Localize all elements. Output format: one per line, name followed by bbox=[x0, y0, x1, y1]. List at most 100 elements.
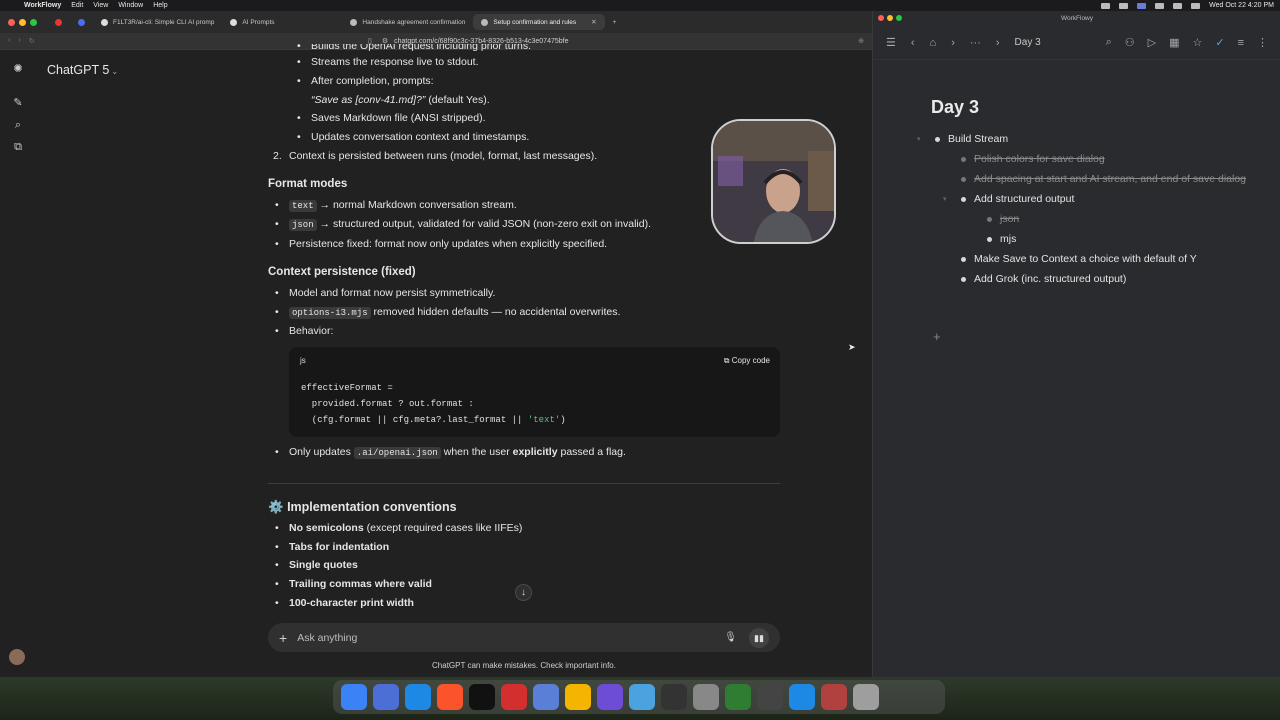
star-icon[interactable]: ☆ bbox=[1192, 36, 1202, 49]
library-icon[interactable]: ⧉ bbox=[13, 142, 24, 153]
volume-icon[interactable] bbox=[1155, 2, 1165, 9]
menu-icon[interactable]: ☰ bbox=[886, 36, 896, 49]
reload-icon[interactable]: ↻ bbox=[29, 37, 35, 45]
node-text[interactable]: mjs bbox=[1000, 233, 1016, 245]
forward-icon[interactable]: › bbox=[18, 37, 20, 45]
tab-github[interactable]: F1LT3R/ai-cli: Simple CLI AI promp bbox=[93, 14, 222, 30]
list-icon[interactable]: ≡ bbox=[1238, 37, 1244, 49]
tab-youtube[interactable] bbox=[47, 14, 70, 30]
system-settings-icon[interactable] bbox=[693, 684, 719, 710]
more-icon[interactable]: ··· bbox=[970, 37, 981, 49]
tab-ai-prompts[interactable]: AI Prompts bbox=[222, 14, 342, 30]
outline-node[interactable]: Add spacing at start and AI stream, and … bbox=[957, 171, 1261, 188]
node-text[interactable]: Build Stream bbox=[948, 133, 1008, 145]
search-icon[interactable]: ⌕ bbox=[13, 120, 24, 131]
outline-node[interactable]: json bbox=[983, 211, 1261, 228]
menu-edit[interactable]: Edit bbox=[71, 2, 83, 9]
app-icon[interactable] bbox=[821, 684, 847, 710]
breadcrumb[interactable]: Day 3 bbox=[1015, 37, 1041, 48]
minimize-window-button[interactable] bbox=[19, 18, 26, 26]
app-icon[interactable] bbox=[373, 684, 399, 710]
status-icon[interactable] bbox=[1101, 2, 1111, 9]
home-icon[interactable]: ⌂ bbox=[930, 37, 937, 49]
add-node-button[interactable]: + bbox=[933, 329, 941, 344]
close-tab-icon[interactable]: ✕ bbox=[591, 18, 596, 26]
bullet-icon[interactable] bbox=[961, 277, 966, 282]
search-icon[interactable]: ⌕ bbox=[1106, 36, 1112, 49]
scroll-down-button[interactable]: ↓ bbox=[515, 584, 532, 601]
bullet-icon[interactable] bbox=[961, 197, 966, 202]
avatar[interactable] bbox=[9, 649, 25, 665]
collapse-icon[interactable]: ▾ bbox=[917, 131, 921, 148]
voice-mode-icon[interactable]: ▮▮ bbox=[749, 627, 769, 648]
app-icon[interactable] bbox=[629, 684, 655, 710]
tab-pinned[interactable] bbox=[70, 14, 93, 30]
search-icon[interactable] bbox=[1191, 2, 1201, 9]
microphone-icon[interactable]: 🎙 bbox=[724, 632, 737, 643]
app-icon[interactable] bbox=[533, 684, 559, 710]
node-text[interactable]: Polish colors for save dialog bbox=[974, 153, 1105, 165]
node-text[interactable]: Add structured output bbox=[974, 193, 1074, 205]
node-text[interactable]: Add Grok (inc. structured output) bbox=[974, 273, 1126, 285]
vscode-icon[interactable] bbox=[789, 684, 815, 710]
add-attachment-icon[interactable]: + bbox=[279, 630, 287, 646]
zoom-window-button[interactable] bbox=[30, 18, 37, 26]
bullet-icon[interactable] bbox=[987, 217, 992, 222]
menu-help[interactable]: Help bbox=[153, 2, 167, 9]
node-text[interactable]: Make Save to Context a choice with defau… bbox=[974, 253, 1197, 265]
openai-logo-icon[interactable]: ✺ bbox=[13, 64, 24, 75]
outline-node[interactable]: Add Grok (inc. structured output) bbox=[957, 271, 1261, 288]
screen-share-icon[interactable] bbox=[1137, 2, 1147, 9]
outline-node[interactable]: Make Save to Context a choice with defau… bbox=[957, 251, 1261, 268]
outline-node[interactable]: ▾ Build Stream bbox=[917, 131, 1261, 148]
minimize-window-button[interactable] bbox=[887, 15, 893, 21]
outline-node[interactable]: Polish colors for save dialog bbox=[957, 151, 1261, 168]
app-icon[interactable] bbox=[757, 684, 783, 710]
back-icon[interactable]: ‹ bbox=[911, 37, 915, 49]
close-window-button[interactable] bbox=[8, 18, 15, 26]
github-icon[interactable] bbox=[661, 684, 687, 710]
tab-handshake[interactable]: Handshake agreement confirmation bbox=[342, 14, 473, 30]
vscode-icon[interactable] bbox=[405, 684, 431, 710]
menu-app[interactable]: WorkFlowy bbox=[24, 2, 61, 9]
app-icon[interactable] bbox=[501, 684, 527, 710]
zoom-window-button[interactable] bbox=[896, 15, 902, 21]
bullet-icon[interactable] bbox=[961, 177, 966, 182]
settings-icon[interactable]: ⋮ bbox=[1257, 36, 1268, 49]
trash-icon[interactable] bbox=[853, 684, 879, 710]
bullet-icon[interactable] bbox=[987, 237, 992, 242]
page-title[interactable]: Day 3 bbox=[931, 97, 1261, 118]
clock[interactable]: Wed Oct 22 4:20 PM bbox=[1209, 2, 1274, 9]
outline-node[interactable]: mjs bbox=[983, 231, 1261, 248]
composer[interactable]: + Ask anything 🎙 ▮▮ bbox=[268, 623, 780, 652]
share-icon[interactable]: ⚇ bbox=[1125, 36, 1135, 49]
model-selector[interactable]: ChatGPT 5 ⌄ bbox=[47, 63, 118, 77]
bullet-icon[interactable] bbox=[961, 257, 966, 262]
copy-code-button[interactable]: ⧉ Copy code bbox=[724, 352, 770, 371]
menu-view[interactable]: View bbox=[93, 2, 108, 9]
zoom-icon[interactable]: ⊕ bbox=[858, 37, 864, 45]
node-text[interactable]: json bbox=[1000, 213, 1019, 225]
brave-icon[interactable] bbox=[437, 684, 463, 710]
outline-node[interactable]: ▾ Add structured output bbox=[943, 191, 1261, 208]
back-icon[interactable]: ‹ bbox=[8, 37, 10, 45]
new-tab-button[interactable]: + bbox=[605, 14, 625, 30]
bullet-icon[interactable] bbox=[935, 137, 940, 142]
finder-icon[interactable] bbox=[341, 684, 367, 710]
play-icon[interactable]: ▷ bbox=[1148, 36, 1156, 49]
new-chat-icon[interactable]: ✎ bbox=[13, 98, 24, 109]
calendar-icon[interactable]: ▦ bbox=[1169, 36, 1179, 49]
tab-setup[interactable]: Setup confirmation and rules ✕ bbox=[473, 14, 605, 30]
close-window-button[interactable] bbox=[878, 15, 884, 21]
menu-window[interactable]: Window bbox=[118, 2, 143, 9]
app-icon[interactable] bbox=[725, 684, 751, 710]
sketch-icon[interactable] bbox=[565, 684, 591, 710]
collapse-icon[interactable]: ▾ bbox=[943, 191, 947, 208]
bullet-icon[interactable] bbox=[961, 157, 966, 162]
terminal-icon[interactable] bbox=[469, 684, 495, 710]
prompt-input[interactable]: Ask anything bbox=[297, 632, 357, 644]
status-icon[interactable] bbox=[1119, 2, 1129, 9]
wifi-icon[interactable] bbox=[1173, 2, 1183, 9]
check-icon[interactable]: ✓ bbox=[1215, 36, 1224, 49]
app-icon[interactable] bbox=[597, 684, 623, 710]
